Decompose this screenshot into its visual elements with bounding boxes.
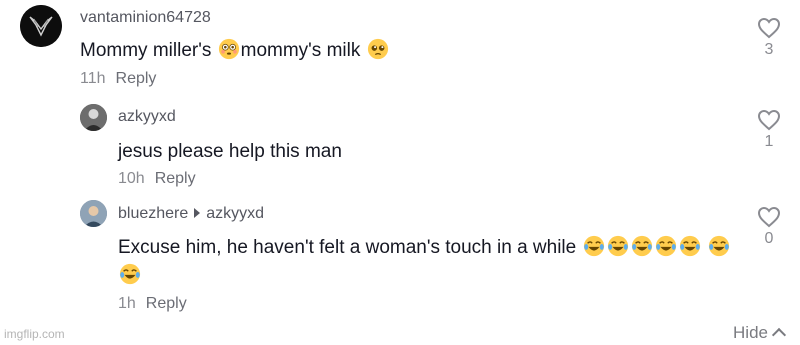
reply-arrow-icon — [194, 208, 201, 218]
hide-label: Hide — [733, 323, 768, 342]
pleading-face-icon — [367, 38, 388, 60]
comment-username[interactable]: azkyyxd — [118, 108, 176, 126]
heart-icon — [757, 17, 781, 39]
comment-username[interactable]: vantaminion64728 — [80, 9, 211, 27]
comment-text: Mommy miller's mommy's milk — [80, 38, 390, 62]
avatar-vantaminion[interactable] — [20, 5, 62, 47]
comment-meta: 11h Reply — [80, 70, 156, 88]
comment-username-line: bluezhere azkyyxd — [118, 205, 264, 223]
comment-meta: 10h Reply — [118, 170, 196, 188]
user-photo-icon — [80, 200, 107, 227]
heart-icon — [757, 109, 781, 131]
reply-button[interactable]: Reply — [146, 295, 187, 312]
comment-timestamp: 1h — [118, 295, 136, 312]
like-button[interactable]: 0 — [756, 206, 782, 248]
wolf-logo-icon — [20, 5, 62, 47]
chevron-up-icon — [771, 327, 787, 343]
face-with-tears-of-joy-icon — [119, 263, 141, 285]
like-count: 0 — [764, 230, 774, 247]
comment-text-body: Excuse him, he haven't felt a woman's to… — [118, 237, 582, 258]
face-with-tears-of-joy-icon — [679, 235, 700, 257]
reply-to-username[interactable]: azkyyxd — [206, 205, 264, 222]
comment-text: Excuse him, he haven't felt a woman's to… — [118, 234, 738, 290]
comment-timestamp: 11h — [80, 70, 106, 87]
face-with-tears-of-joy-icon — [607, 235, 628, 257]
like-count: 3 — [764, 41, 774, 58]
face-with-tears-of-joy-icon — [655, 235, 676, 257]
reply-button[interactable]: Reply — [116, 70, 157, 87]
comment-text-part: Mommy miller's — [80, 40, 217, 61]
flushed-face-icon — [218, 38, 239, 60]
comment-meta: 1h Reply — [118, 295, 187, 313]
watermark: imgflip.com — [4, 327, 65, 341]
face-with-tears-of-joy-icon — [631, 235, 652, 257]
user-photo-icon — [80, 104, 107, 131]
face-with-tears-of-joy-icon — [708, 235, 729, 257]
avatar-bluezhere[interactable] — [80, 200, 107, 227]
comment-username[interactable]: bluezhere — [118, 205, 188, 222]
like-button[interactable]: 1 — [756, 109, 782, 151]
reply-button[interactable]: Reply — [155, 170, 196, 187]
hide-replies-button[interactable]: Hide — [733, 323, 787, 343]
face-with-tears-of-joy-icon — [583, 235, 604, 257]
avatar-azkyyxd[interactable] — [80, 104, 107, 131]
comment-text-part: mommy's milk — [240, 40, 366, 61]
like-count: 1 — [764, 133, 774, 150]
comment-text: jesus please help this man — [118, 141, 342, 162]
heart-icon — [757, 206, 781, 228]
comment-timestamp: 10h — [118, 170, 145, 187]
like-button[interactable]: 3 — [756, 17, 782, 59]
